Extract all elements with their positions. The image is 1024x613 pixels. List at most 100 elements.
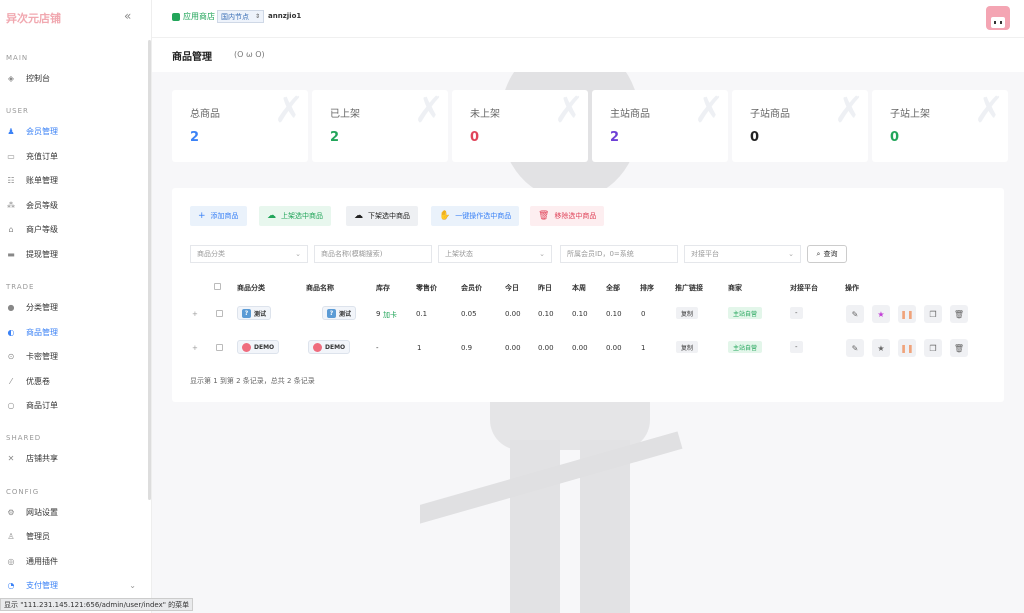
- sidebar-item-site-settings[interactable]: ⚙ 网站设置: [6, 505, 136, 519]
- merchant-badge: 主站自营: [728, 307, 763, 319]
- admin-icon: ♙: [7, 531, 15, 541]
- stat-decoration-icon: ✗: [833, 90, 864, 131]
- sidebar-item-dashboard[interactable]: ◈ 控制台: [6, 71, 136, 85]
- category-select[interactable]: 商品分类 ⌄: [190, 245, 308, 263]
- pause-icon[interactable]: ❚❚: [898, 339, 916, 357]
- platform-value: -: [790, 307, 803, 319]
- sidebar-item-payment[interactable]: ◔ 支付管理 ⌄: [6, 578, 137, 592]
- stock-value: -: [376, 344, 379, 352]
- avatar[interactable]: [986, 6, 1010, 30]
- sidebar-item-card-keys[interactable]: ⊙ 卡密管理: [6, 349, 136, 363]
- add-card-link[interactable]: 加卡: [383, 310, 397, 320]
- merchant-icon: ⌂: [8, 224, 14, 234]
- delete-selected-button[interactable]: 🗑 移除选中商品: [530, 206, 605, 226]
- share-icon: ✕: [7, 453, 15, 463]
- merchant-badge: 主站自营: [728, 341, 763, 353]
- trash-icon[interactable]: 🗑: [950, 339, 968, 357]
- sidebar-item-withdraw[interactable]: ▬ 提现管理: [6, 247, 136, 261]
- goods-panel: + 添加商品 ☁ 上架选中商品 ☁ 下架选中商品 ✋ 一键操作选中商品 🗑 移除选中商品 …: [172, 188, 1004, 402]
- collapse-sidebar-icon[interactable]: «: [124, 9, 131, 23]
- search-button[interactable]: ⌕ 查询: [807, 245, 847, 263]
- category-image-icon: ?: [242, 308, 251, 318]
- platform-value: -: [790, 341, 803, 353]
- stock-value: 9: [376, 310, 381, 318]
- coupon-icon: ⁄: [10, 376, 12, 386]
- stat-value: 2: [330, 130, 340, 145]
- col-header: 商品分类: [237, 284, 265, 292]
- category-icon: ●: [7, 302, 15, 312]
- edit-icon[interactable]: ✎: [846, 305, 864, 323]
- stat-value: 0: [750, 130, 760, 145]
- sidebar-scrollbar[interactable]: [148, 40, 151, 500]
- stat-decoration-icon: ✗: [273, 90, 304, 131]
- sidebar-item-admins[interactable]: ♙ 管理员: [6, 529, 136, 543]
- store-icon: [172, 12, 180, 21]
- row-checkbox[interactable]: [216, 310, 223, 317]
- copy-icon[interactable]: ❐: [924, 339, 942, 357]
- app-store-link[interactable]: 应用商店: [172, 11, 215, 22]
- sidebar-item-merchant-levels[interactable]: ⌂ 商户等级: [6, 222, 136, 236]
- stat-card: ✗ 总商品 2: [172, 90, 308, 162]
- list-selected-button[interactable]: ☁ 上架选中商品: [259, 206, 331, 226]
- member-price: 0.05: [461, 310, 477, 318]
- status-bar-url: 显示 "111.231.145.121:656/admin/user/index…: [0, 598, 194, 611]
- goods-image-icon: [313, 342, 322, 352]
- order-icon: ○: [7, 400, 15, 410]
- today-sales: 0.00: [505, 310, 521, 318]
- chevron-down-icon: ⌄: [295, 250, 301, 258]
- page-subtitle: (O ω O): [234, 50, 265, 59]
- sidebar-item-members[interactable]: ♟ 会员管理: [6, 124, 136, 138]
- sidebar-item-plugins[interactable]: ◎ 通用插件: [6, 554, 136, 568]
- sidebar-item-recharge-orders[interactable]: ▭ 充值订单: [6, 149, 136, 163]
- sidebar-item-goods[interactable]: ◐ 商品管理: [6, 325, 136, 339]
- col-header: 零售价: [416, 284, 437, 292]
- withdraw-icon: ▬: [7, 249, 15, 259]
- category-tag: ? 测试: [237, 306, 272, 320]
- row-checkbox[interactable]: [216, 344, 223, 351]
- copy-link-button[interactable]: 复制: [676, 307, 699, 319]
- stat-card: ✗ 未上架 0: [452, 90, 588, 162]
- platform-select[interactable]: 对接平台 ⌄: [684, 245, 801, 263]
- star-icon[interactable]: ★: [872, 305, 890, 323]
- node-select[interactable]: 国内节点 ⇕: [217, 10, 265, 23]
- plugin-icon: ◎: [7, 556, 15, 566]
- section-shared: SHARED: [6, 434, 42, 442]
- category-tag: DEMO: [237, 340, 280, 354]
- retail-price: 1: [417, 344, 422, 352]
- name-search-input[interactable]: 商品名称(模糊搜索): [314, 245, 432, 263]
- expand-row-icon[interactable]: +: [192, 344, 198, 352]
- member-id-input[interactable]: 所属会员ID，0=系统: [560, 245, 678, 263]
- status-select[interactable]: 上架状态 ⌄: [438, 245, 552, 263]
- one-click-button[interactable]: ✋ 一键操作选中商品: [431, 206, 520, 226]
- sidebar-item-coupons[interactable]: ⁄ 优惠卷: [6, 374, 136, 388]
- sort-value: 1: [641, 344, 646, 352]
- add-goods-button[interactable]: + 添加商品: [190, 206, 247, 226]
- trash-icon[interactable]: 🗑: [950, 305, 968, 323]
- pay-icon: ◔: [7, 580, 15, 590]
- sidebar-item-member-levels[interactable]: ⁂ 会员等级: [6, 198, 136, 212]
- stat-decoration-icon: ✗: [693, 90, 724, 131]
- dashboard-icon: ◈: [7, 73, 15, 83]
- select-all-checkbox[interactable]: [214, 283, 221, 290]
- trash-icon: 🗑: [538, 211, 550, 221]
- edit-icon[interactable]: ✎: [846, 339, 864, 357]
- category-image-icon: [242, 342, 251, 352]
- stat-value: 2: [610, 130, 620, 145]
- pause-icon[interactable]: ❚❚: [898, 305, 916, 323]
- sidebar-item-shop-share[interactable]: ✕ 店铺共享: [6, 451, 136, 465]
- stats-row: ✗ 总商品 2 ✗ 已上架 2 ✗ 未上架 0 ✗ 主站商品 2 ✗ 子站商品 0 ✗ 子站上架 0: [172, 90, 1008, 162]
- expand-row-icon[interactable]: +: [192, 310, 198, 318]
- unlist-selected-button[interactable]: ☁ 下架选中商品: [346, 206, 418, 226]
- copy-link-button[interactable]: 复制: [676, 341, 699, 353]
- card-icon: ▭: [7, 151, 15, 161]
- star-icon[interactable]: ★: [872, 339, 890, 357]
- yesterday-sales: 0.00: [538, 344, 554, 352]
- total-sales: 0.00: [606, 344, 622, 352]
- sidebar-item-goods-orders[interactable]: ○ 商品订单: [6, 398, 136, 412]
- copy-icon[interactable]: ❐: [924, 305, 942, 323]
- sidebar-item-bills[interactable]: ☷ 账单管理: [6, 173, 136, 187]
- col-header: 排序: [640, 284, 654, 292]
- col-header: 会员价: [461, 284, 482, 292]
- sidebar-item-categories[interactable]: ● 分类管理: [6, 300, 136, 314]
- stat-value: 0: [470, 130, 480, 145]
